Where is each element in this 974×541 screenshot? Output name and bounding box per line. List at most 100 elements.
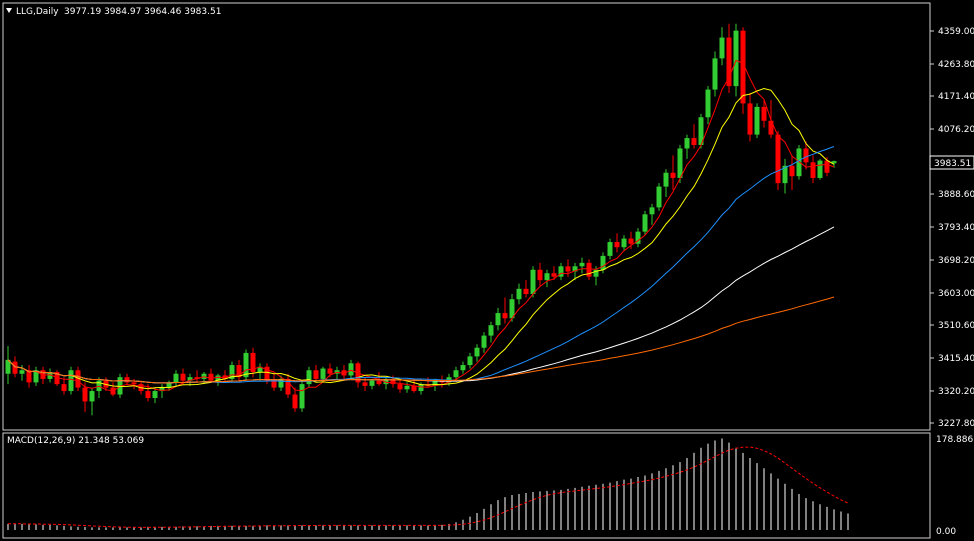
candle-body: [824, 160, 830, 173]
candle-body: [306, 370, 312, 385]
price-tick-label: 4359.00: [938, 27, 974, 37]
candle-body: [369, 380, 375, 386]
candle-body: [677, 148, 683, 178]
candle-body: [803, 148, 809, 163]
candle-body: [544, 273, 550, 281]
candle-body: [124, 377, 130, 383]
macd-axis-bottom: 0.00: [936, 527, 956, 537]
candle-body: [747, 103, 753, 135]
ohlc-readout: 3977.19 3984.97 3964.46 3983.51: [64, 7, 221, 17]
candle-body: [173, 373, 179, 383]
candle-body: [474, 347, 480, 357]
candle-body: [586, 262, 592, 277]
candle-body: [348, 363, 354, 376]
candle-body: [705, 89, 711, 118]
candle-body: [551, 273, 557, 277]
price-tick-label: 4171.40: [938, 92, 974, 102]
candle-body: [320, 368, 326, 379]
macd-panel-frame: [2, 432, 931, 539]
candle-body: [565, 266, 571, 272]
candle-body: [768, 120, 774, 135]
candle-body: [327, 368, 333, 374]
price-tick-label: 4076.20: [938, 125, 974, 135]
candle-body: [789, 165, 795, 177]
candle-body: [796, 148, 802, 177]
candle-body: [649, 207, 655, 215]
moving-average-yellow: [7, 87, 835, 390]
candle-body: [516, 288, 522, 300]
candle-body: [488, 325, 494, 336]
price-tick-label: 3793.40: [938, 223, 974, 233]
candle-body: [684, 138, 690, 149]
candle-body: [775, 134, 781, 184]
main-panel-frame: [2, 2, 931, 431]
candle-body: [726, 37, 732, 87]
moving-average-blue: [7, 146, 835, 384]
candle-body: [481, 335, 487, 348]
candle-body: [523, 288, 529, 295]
current-price-label: 3983.51: [934, 159, 971, 169]
candle-body: [271, 380, 277, 388]
candle-body: [453, 370, 459, 378]
candle-body: [397, 384, 403, 390]
candle-body: [607, 242, 613, 256]
candle-body: [719, 37, 725, 59]
price-tick-label: 3320.20: [938, 387, 974, 397]
price-tick-label: 3698.20: [938, 256, 974, 266]
candle-body: [537, 269, 543, 281]
candle-body: [89, 391, 95, 402]
price-tick-label: 3603.00: [938, 289, 974, 299]
candle-body: [761, 106, 767, 121]
candle-body: [628, 238, 634, 244]
candle-body: [313, 370, 319, 379]
candle-body: [208, 373, 214, 381]
macd-histogram: [7, 438, 849, 530]
candle-body: [152, 391, 158, 398]
symbol-title: LLG,Daily: [16, 7, 59, 17]
candle-body: [460, 365, 466, 371]
candle-body: [621, 238, 627, 248]
candle-body: [68, 370, 74, 392]
chart-canvas[interactable]: 4359.00 4263.80 4171.40 4076.20 3888.60 3793.…: [0, 0, 974, 541]
candle-body: [733, 30, 739, 87]
candle-body: [642, 214, 648, 232]
candle-body: [600, 255, 606, 270]
candle-body: [131, 382, 137, 385]
price-tick-label: 3227.80: [938, 419, 974, 429]
candle-body: [817, 160, 823, 178]
candle-body: [579, 262, 585, 267]
price-tick-label: 3888.60: [938, 190, 974, 200]
candle-body: [404, 385, 410, 390]
candle-body: [614, 242, 620, 248]
candle-body: [292, 394, 298, 409]
candle-body: [663, 172, 669, 187]
candle-body: [656, 186, 662, 208]
candle-body: [691, 138, 697, 146]
candle-body: [180, 373, 186, 381]
price-tick-label: 3415.40: [938, 354, 974, 364]
menu-triangle-icon[interactable]: [6, 8, 12, 13]
candle-body: [376, 380, 382, 385]
candle-body: [754, 106, 760, 135]
candle-body: [145, 391, 151, 398]
candle-body: [12, 361, 18, 374]
macd-axis-top: 178.886: [936, 435, 973, 445]
macd-label: MACD(12,26,9) 21.348 53.069: [7, 436, 144, 446]
candle-body: [530, 269, 536, 295]
price-tick-label: 3510.60: [938, 321, 974, 331]
candle-body: [467, 356, 473, 366]
price-tick-label: 4263.80: [938, 60, 974, 70]
candle-body: [82, 387, 88, 402]
moving-average-orange: [7, 296, 835, 384]
moving-average-white: [7, 226, 835, 384]
candle-body: [19, 370, 25, 374]
candle-body: [495, 313, 501, 326]
candle-body: [810, 162, 816, 178]
candle-body: [61, 384, 67, 392]
price-axis-ticks: 4359.00 4263.80 4171.40 4076.20 3888.60 3793.…: [930, 27, 974, 429]
candlestick-series: [5, 23, 837, 416]
candle-body: [712, 58, 718, 90]
candle-body: [502, 313, 508, 319]
candle-body: [670, 172, 676, 178]
candle-body: [299, 384, 305, 409]
